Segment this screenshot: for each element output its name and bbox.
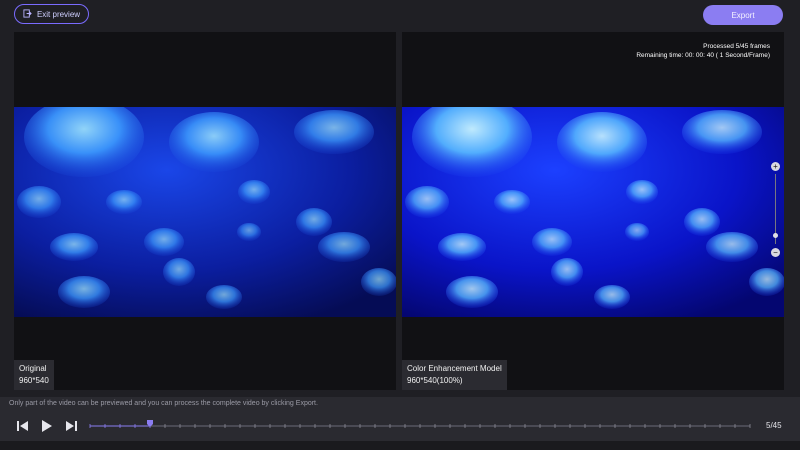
processed-frames-text: Processed 5/45 frames: [703, 43, 770, 50]
enhanced-video-frame: [402, 107, 784, 317]
enhanced-label: Color Enhancement Model 960*540(100%): [402, 360, 507, 390]
prev-frame-icon[interactable]: [16, 419, 30, 431]
enhanced-preview-panel: Processed 5/45 frames Remaining time: 00…: [402, 32, 784, 390]
remaining-time-text: Remaining time: 00: 00: 40 ( 1 Second/Fr…: [636, 52, 770, 59]
preview-hint-text: Only part of the video can be previewed …: [9, 400, 318, 407]
exit-icon: [23, 8, 32, 20]
zoom-in-icon[interactable]: +: [771, 162, 780, 171]
zoom-slider[interactable]: + −: [768, 160, 782, 260]
play-icon[interactable]: [40, 419, 54, 432]
enhanced-title: Color Enhancement Model: [407, 364, 502, 373]
original-resolution: 960*540: [19, 376, 49, 385]
next-frame-icon[interactable]: [64, 419, 78, 431]
exit-preview-label: Exit preview: [36, 9, 81, 19]
frame-counter: 5/45: [766, 421, 782, 430]
exit-preview-button[interactable]: Exit preview: [14, 4, 89, 24]
original-preview-panel: Original 960*540: [14, 32, 396, 390]
original-video-frame: [14, 107, 396, 317]
playback-bar: Only part of the video can be previewed …: [0, 397, 800, 441]
zoom-thumb[interactable]: [773, 233, 778, 239]
zoom-out-icon[interactable]: −: [771, 248, 780, 257]
processing-status: Processed 5/45 frames Remaining time: 00…: [636, 42, 770, 60]
frame-timeline[interactable]: [88, 418, 752, 434]
export-button[interactable]: Export: [703, 5, 783, 25]
original-title: Original: [19, 364, 47, 373]
enhanced-resolution: 960*540(100%): [407, 376, 463, 385]
original-label: Original 960*540: [14, 360, 54, 390]
top-bar: Exit preview Export: [0, 0, 800, 30]
bottom-strip: [0, 441, 800, 450]
